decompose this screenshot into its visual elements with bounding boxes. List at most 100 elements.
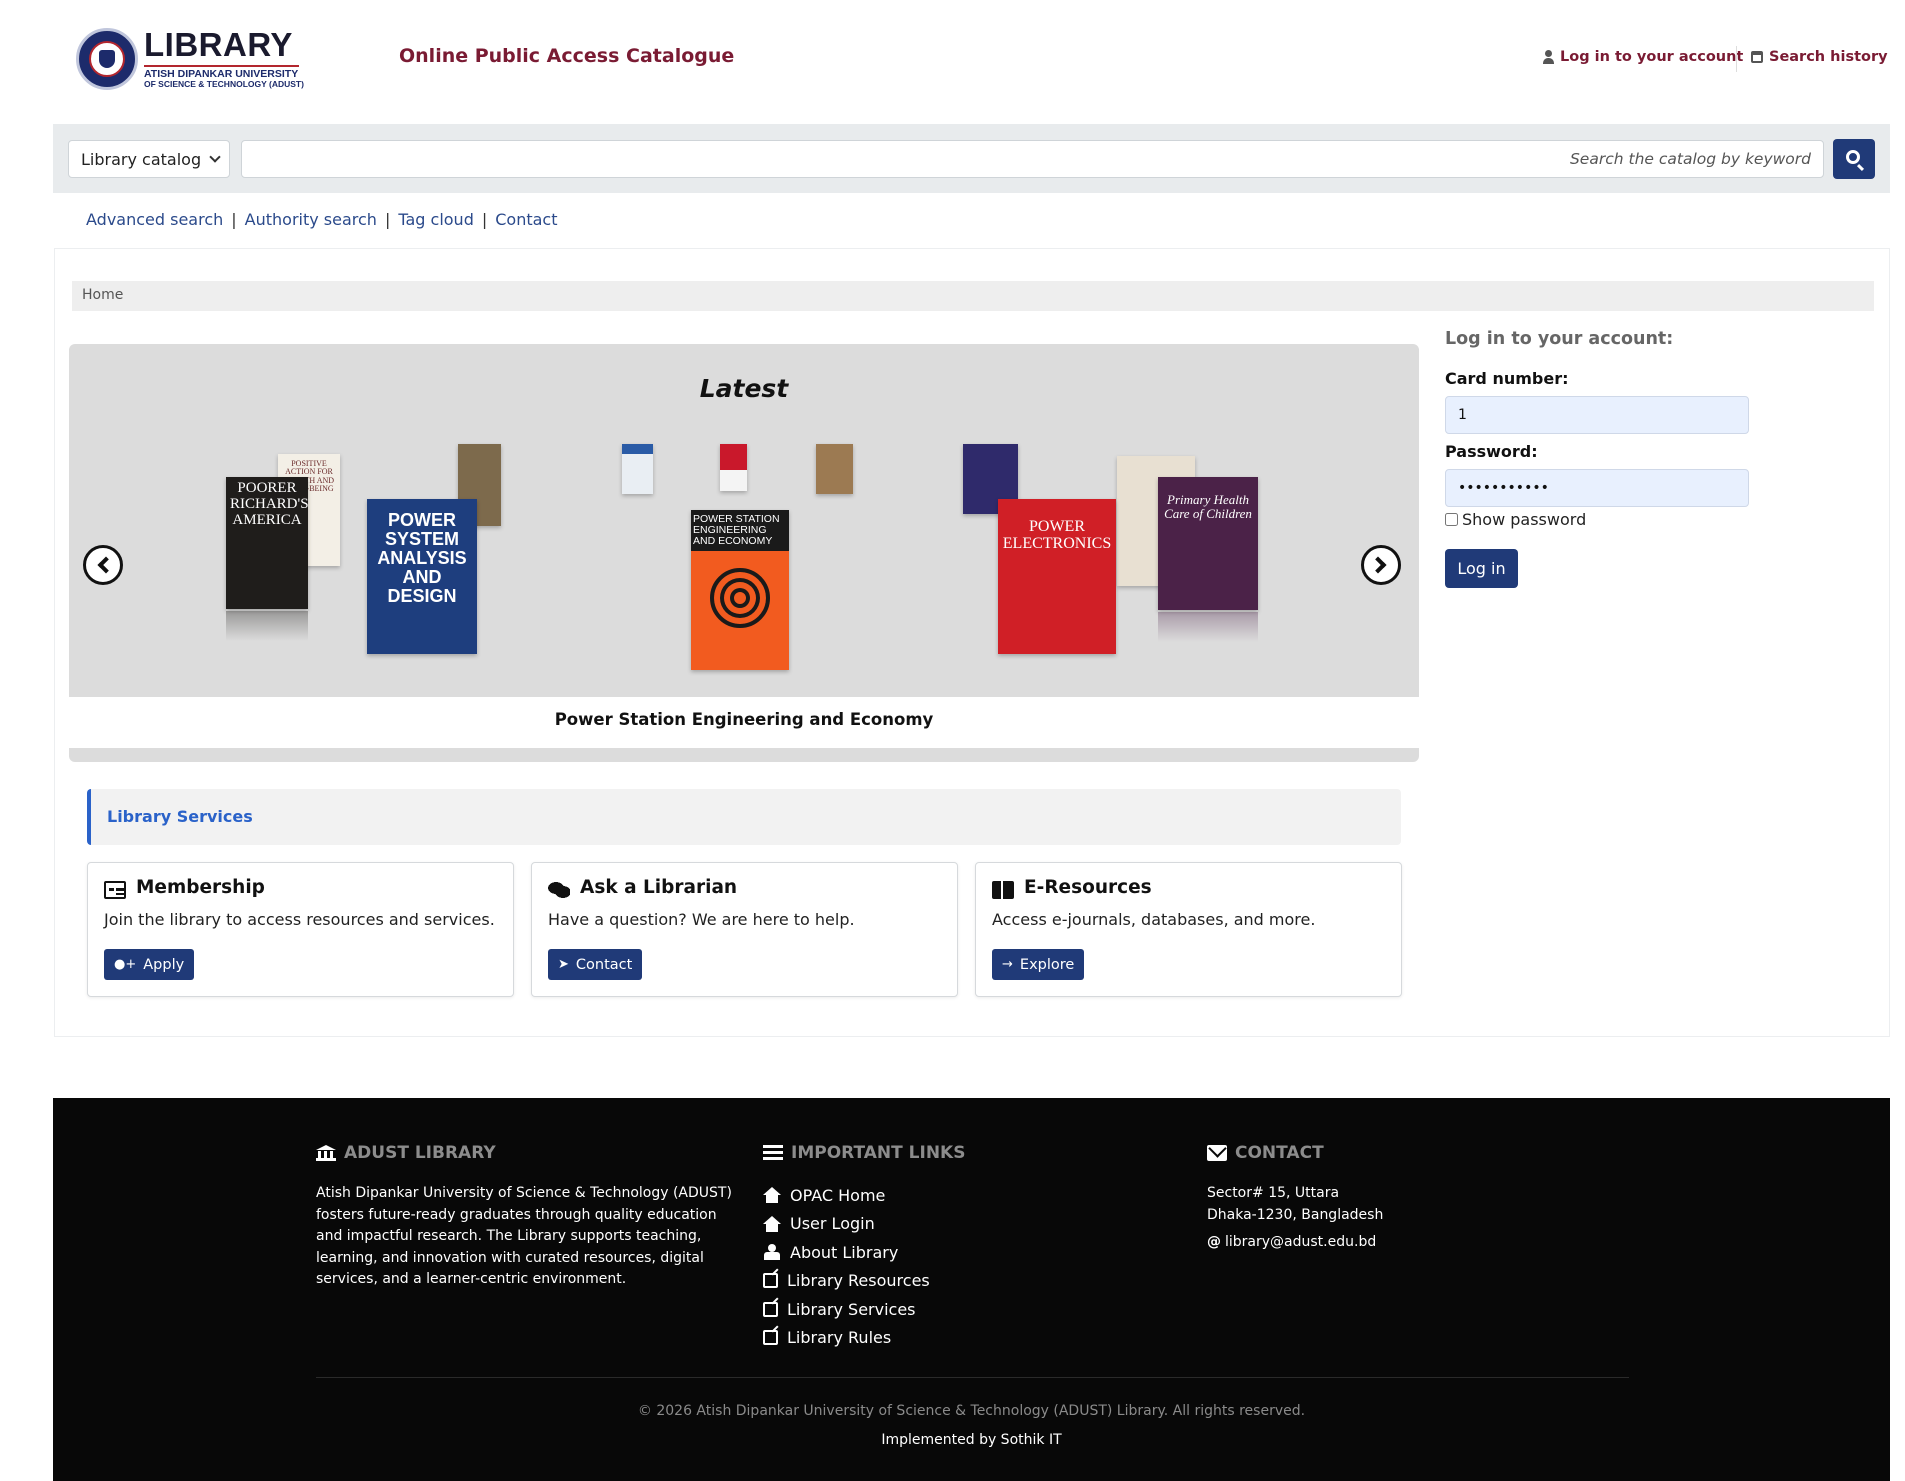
implemented-by[interactable]: Implemented by Sothik IT <box>53 1432 1890 1448</box>
user-icon <box>1543 50 1554 64</box>
book-reflection <box>1158 612 1258 642</box>
at-icon: @ <box>1207 1234 1221 1250</box>
footer-link-label: OPAC Home <box>790 1185 886 1205</box>
search-history-link[interactable]: Search history <box>1751 49 1888 65</box>
logo-divider <box>144 65 299 67</box>
university-seal-icon <box>76 28 138 90</box>
carousel-scrollbar[interactable] <box>69 748 1419 762</box>
university-icon <box>316 1145 336 1161</box>
card-description: Have a question? We are here to help. <box>548 910 855 929</box>
footer-link-user-login[interactable]: User Login <box>763 1210 930 1239</box>
search-input[interactable] <box>241 140 1824 178</box>
footer-link-label: About Library <box>790 1242 899 1262</box>
footer-email[interactable]: @ library@adust.edu.bd <box>1207 1232 1383 1254</box>
footer-link-library-services[interactable]: Library Services <box>763 1295 930 1324</box>
book-open-icon <box>992 881 1014 899</box>
logo-subtitle-2: OF SCIENCE & TECHNOLOGY (ADUST) <box>144 79 304 89</box>
footer-links-heading-label: IMPORTANT LINKS <box>791 1143 966 1163</box>
carousel-prev-button[interactable] <box>83 545 123 585</box>
footer-link-library-resources[interactable]: Library Resources <box>763 1267 930 1296</box>
search-history-label: Search history <box>1769 49 1888 65</box>
book-cover[interactable] <box>720 444 747 491</box>
copyright: © 2026 Atish Dipankar University of Scie… <box>637 1403 1306 1419</box>
book-cover[interactable] <box>816 444 853 494</box>
catalog-select-value: Library catalog <box>81 149 202 169</box>
list-check-icon <box>763 1145 783 1161</box>
authority-search-link[interactable]: Authority search <box>245 210 377 229</box>
catalog-select[interactable]: Library catalog <box>68 140 230 178</box>
card-number-input[interactable] <box>1445 396 1749 434</box>
footer-contact-heading-label: CONTACT <box>1235 1143 1324 1163</box>
apply-button[interactable]: ●+ Apply <box>104 949 195 980</box>
login-form: Log in to your account: Card number: Pas… <box>1445 329 1865 588</box>
footer-about-text: Atish Dipankar University of Science & T… <box>316 1185 732 1287</box>
user-plus-icon: ●+ <box>114 957 137 972</box>
book-cover[interactable]: POWER SYSTEM ANALYSIS AND DESIGN <box>367 499 477 654</box>
advanced-search-link[interactable]: Advanced search <box>86 210 223 229</box>
card-title: Ask a Librarian <box>580 877 738 898</box>
book-reflection <box>226 611 308 641</box>
external-link-icon <box>763 1273 778 1289</box>
footer-link-opac-home[interactable]: OPAC Home <box>763 1181 930 1210</box>
chevron-down-icon <box>209 151 221 163</box>
separator: | <box>481 210 488 229</box>
show-password-checkbox[interactable] <box>1445 513 1458 526</box>
book-title: Primary Health Care of Children <box>1164 492 1252 521</box>
separator: | <box>231 210 237 229</box>
external-link-icon <box>763 1301 778 1317</box>
carousel-caption[interactable]: Power Station Engineering and Economy <box>69 710 1419 729</box>
footer-links-heading: IMPORTANT LINKS <box>763 1143 965 1163</box>
book-cover[interactable]: POORER RICHARD'S AMERICA <box>226 477 308 609</box>
contact-link[interactable]: Contact <box>495 210 557 229</box>
e-resources-card: E-Resources Access e-journals, databases… <box>975 862 1402 997</box>
book-title: POWER STATION ENGINEERING AND ECONOMY <box>691 510 789 552</box>
login-account-link[interactable]: Log in to your account <box>1543 49 1743 65</box>
latest-carousel: Latest POSITIVE ACTION FOR HEALTH AND WE… <box>69 344 1419 762</box>
footer-link-library-rules[interactable]: Library Rules <box>763 1324 930 1353</box>
tag-cloud-link[interactable]: Tag cloud <box>398 210 474 229</box>
explore-button[interactable]: → Explore <box>992 949 1085 980</box>
address-line-1: Sector# 15, Uttara <box>1207 1185 1340 1201</box>
book-cover[interactable] <box>622 444 653 494</box>
chevron-left-icon <box>97 556 115 574</box>
calendar-icon <box>1751 51 1763 63</box>
spiral-graphic <box>710 568 770 628</box>
search-icon <box>1846 150 1860 164</box>
search-button[interactable] <box>1833 139 1875 179</box>
id-card-icon <box>104 881 126 899</box>
book-cover[interactable]: POWER ELECTRONICS <box>998 499 1116 654</box>
search-bar: Library catalog <box>53 124 1890 193</box>
contact-button-label: Contact <box>575 956 633 973</box>
user-icon <box>763 1244 781 1261</box>
home-icon <box>763 1187 781 1204</box>
book-title: POWER ELECTRONICS <box>1002 518 1112 552</box>
external-link-icon <box>763 1330 778 1346</box>
breadcrumb-home[interactable]: Home <box>82 287 123 303</box>
footer-link-label: Library Services <box>787 1299 916 1319</box>
breadcrumb: Home <box>72 281 1874 311</box>
footer-email-label: library@adust.edu.bd <box>1225 1234 1377 1250</box>
footer-link-label: User Login <box>790 1214 875 1234</box>
site-header: LIBRARY ATISH DIPANKAR UNIVERSITY OF SCI… <box>0 0 1905 122</box>
library-logo[interactable]: LIBRARY ATISH DIPANKAR UNIVERSITY OF SCI… <box>76 26 306 90</box>
carousel-next-button[interactable] <box>1361 545 1401 585</box>
login-button[interactable]: Log in <box>1445 549 1518 588</box>
footer-link-about-library[interactable]: About Library <box>763 1238 930 1267</box>
contact-button[interactable]: ➤ Contact <box>548 949 643 980</box>
footer-about-heading-label: ADUST LIBRARY <box>344 1143 496 1163</box>
password-input[interactable] <box>1445 469 1749 507</box>
arrow-right-icon: → <box>1002 957 1013 972</box>
footer-link-label: Library Rules <box>787 1328 892 1348</box>
card-description: Access e-journals, databases, and more. <box>992 910 1316 929</box>
separator: | <box>384 210 391 229</box>
book-title: POORER RICHARD'S AMERICA <box>230 480 308 528</box>
library-services-heading: Library Services <box>87 789 1401 845</box>
ask-librarian-card: Ask a Librarian Have a question? We are … <box>531 862 958 997</box>
card-title: Membership <box>136 877 265 898</box>
book-cover[interactable]: Primary Health Care of Children <box>1158 477 1258 610</box>
show-password-toggle[interactable]: Show password <box>1445 510 1586 529</box>
book-title: POWER SYSTEM ANALYSIS AND DESIGN <box>377 510 467 606</box>
carousel-stage: Latest POSITIVE ACTION FOR HEALTH AND WE… <box>69 344 1419 697</box>
comments-icon <box>548 881 570 899</box>
book-cover[interactable]: POWER STATION ENGINEERING AND ECONOMY <box>691 510 789 670</box>
